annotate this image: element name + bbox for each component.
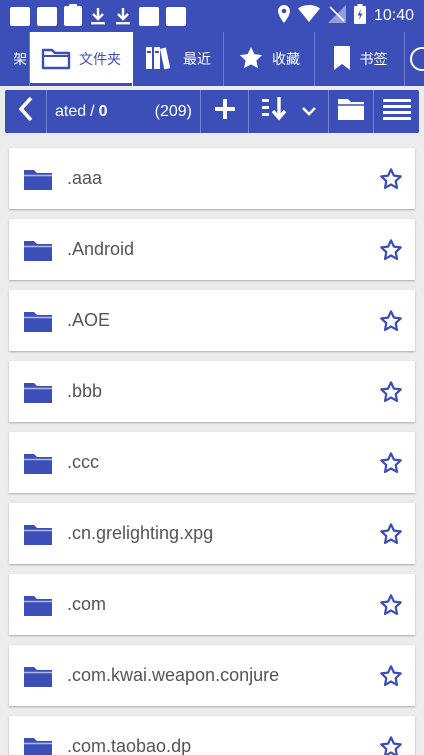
- chevron-left-icon: [18, 96, 34, 127]
- star-icon: [238, 45, 264, 74]
- notification-square-icon: [37, 6, 57, 26]
- folder-name: .com: [67, 594, 107, 614]
- favorite-star-icon[interactable]: [379, 238, 403, 262]
- favorite-star-icon[interactable]: [379, 167, 403, 191]
- download-icon: [89, 6, 107, 26]
- sort-button[interactable]: [249, 90, 329, 133]
- bookmark-icon: [332, 45, 352, 74]
- menu-icon: [382, 98, 411, 125]
- folder-name: .Android: [67, 239, 135, 259]
- folder-icon: [23, 664, 53, 688]
- tab-label: 书签: [359, 51, 388, 67]
- folder-icon: [23, 735, 53, 755]
- folder-icon: [41, 46, 71, 73]
- tab-more[interactable]: [405, 32, 424, 86]
- clock: 10:40: [373, 7, 414, 24]
- folder-name: .bbb: [67, 381, 103, 401]
- clipboard-icon: [64, 4, 82, 26]
- favorite-star-icon[interactable]: [379, 522, 403, 546]
- folder-row[interactable]: .aaa: [9, 148, 415, 209]
- folder-name: .aaa: [67, 168, 103, 188]
- menu-button[interactable]: [374, 90, 419, 133]
- tab-recent[interactable]: 最近: [133, 32, 224, 86]
- globe-icon: [409, 46, 424, 72]
- folder-name: .ccc: [67, 452, 100, 472]
- folder-row[interactable]: .AOE: [9, 290, 415, 351]
- folder-icon: [23, 167, 53, 191]
- folder-name: .com.taobao.dp: [67, 736, 192, 755]
- folder-list: .aaa .Android .AOE .bbb .ccc .cn.greligh…: [9, 148, 415, 755]
- favorite-star-icon[interactable]: [379, 735, 403, 755]
- path-separator: /: [90, 102, 95, 120]
- download-icon: [114, 6, 132, 26]
- folder-icon: [23, 593, 53, 617]
- sort-icon: [261, 96, 289, 127]
- folder-icon: [23, 380, 53, 404]
- location-icon: [277, 4, 290, 28]
- notification-icons: [10, 4, 186, 26]
- folder-icon: [23, 522, 53, 546]
- file-toolbar: ated / 0 (209): [5, 90, 419, 133]
- notification-square-icon: [10, 6, 30, 26]
- favorite-star-icon[interactable]: [379, 451, 403, 475]
- back-button[interactable]: [5, 90, 47, 133]
- tab-bookmarks[interactable]: 书签: [315, 32, 405, 86]
- folder-row[interactable]: .ccc: [9, 432, 415, 493]
- battery-icon: [353, 3, 366, 29]
- folder-row[interactable]: .Android: [9, 219, 415, 280]
- tab-favorites[interactable]: 收藏: [224, 32, 315, 86]
- tab-label: 最近: [183, 51, 211, 67]
- signal-icon: [327, 4, 346, 28]
- favorite-star-icon[interactable]: [379, 380, 403, 404]
- notification-square-icon: [139, 6, 159, 26]
- folder-row[interactable]: .cn.grelighting.xpg: [9, 503, 415, 564]
- folder-icon: [23, 238, 53, 262]
- folder-icon: [23, 451, 53, 475]
- notification-square-icon: [166, 6, 186, 26]
- add-button[interactable]: [201, 90, 249, 133]
- tab-label: 收藏: [272, 51, 300, 67]
- tab-label: 文件夹: [79, 51, 121, 67]
- folder-row[interactable]: .com.taobao.dp: [9, 716, 415, 755]
- books-icon: [145, 45, 175, 74]
- favorite-star-icon[interactable]: [379, 593, 403, 617]
- folder-row[interactable]: .com.kwai.weapon.conjure: [9, 645, 415, 706]
- folder-name: .cn.grelighting.xpg: [67, 523, 214, 543]
- folder-name: .AOE: [67, 310, 111, 330]
- tab-bar: 书架 文件夹 最近 收藏 书签: [0, 32, 424, 86]
- wifi-icon: [297, 5, 320, 27]
- item-count: (209): [154, 102, 192, 120]
- path-prefix: ated: [55, 102, 87, 120]
- favorite-star-icon[interactable]: [379, 664, 403, 688]
- plus-icon: [214, 98, 236, 125]
- folder-icon: [337, 97, 365, 126]
- path-current: 0: [98, 102, 108, 120]
- status-bar: 10:40: [0, 0, 424, 32]
- favorite-star-icon[interactable]: [379, 309, 403, 333]
- tab-label: 书架: [14, 51, 27, 67]
- folder-icon: [23, 309, 53, 333]
- new-folder-button[interactable]: [329, 90, 374, 133]
- folder-row[interactable]: .com: [9, 574, 415, 635]
- tab-bookshelf[interactable]: 书架: [0, 32, 30, 86]
- path-breadcrumb[interactable]: ated / 0 (209): [47, 90, 201, 133]
- tab-folder[interactable]: 文件夹: [30, 32, 133, 86]
- folder-row[interactable]: .bbb: [9, 361, 415, 422]
- chevron-down-icon: [301, 103, 316, 121]
- folder-name: .com.kwai.weapon.conjure: [67, 665, 280, 685]
